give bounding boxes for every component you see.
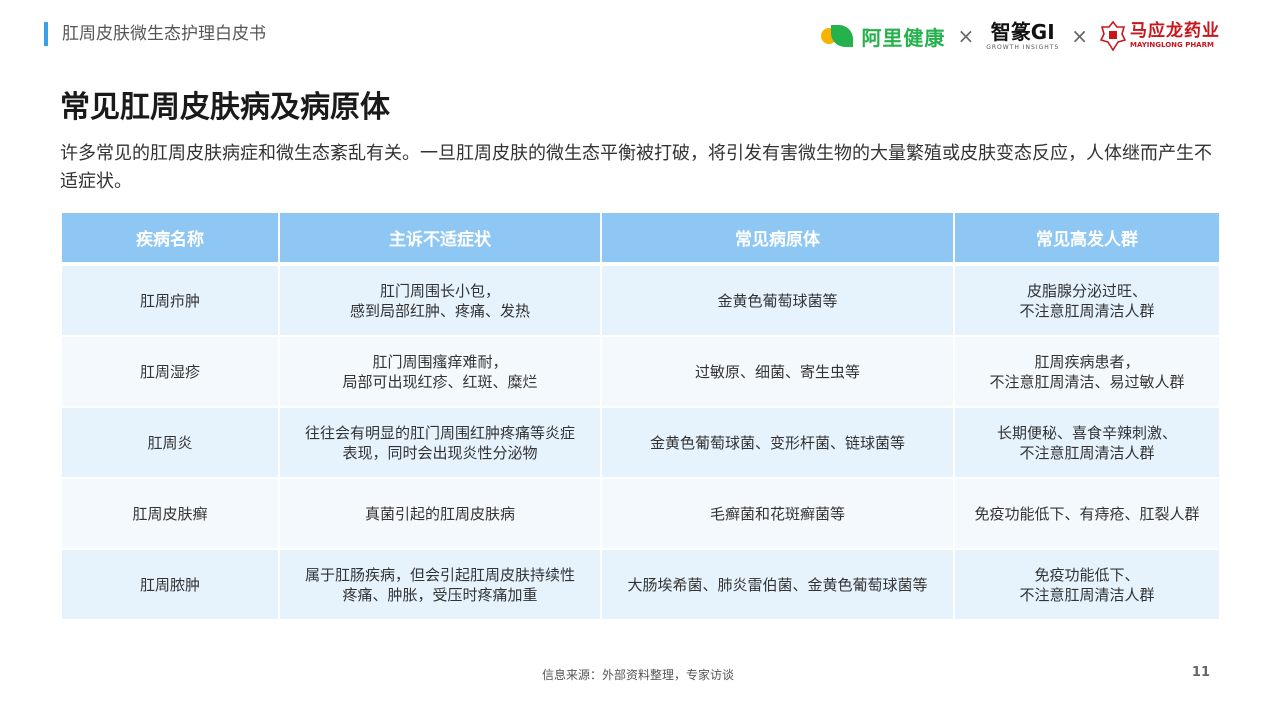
group-cell: 免疫功能低下、 不注意肛周清洁人群: [955, 548, 1219, 619]
column-header-disease: 疾病名称: [62, 213, 280, 262]
alihealth-logo-text: 阿里健康: [861, 25, 946, 50]
pathogen-cell: 金黄色葡萄球菌等: [602, 262, 955, 335]
table-row: 肛周湿疹 肛门周围瘙痒难耐， 局部可出现红疹、红斑、糜烂 过敏原、细菌、寄生虫等 …: [62, 335, 1219, 406]
mayinglong-seal-icon: [1100, 21, 1126, 51]
page-title: 常见肛周皮肤病及病原体: [60, 90, 390, 125]
disease-name-cell: 肛周皮肤癣: [62, 477, 280, 548]
table-header-row: 疾病名称 主诉不适症状 常见病原体 常见高发人群: [62, 213, 1219, 262]
source-note: 信息来源：外部资料整理，专家访谈: [541, 668, 734, 682]
gi-logo: 智篆GI GROWTH INSIGHTS: [986, 22, 1059, 51]
group-cell: 长期便秘、喜食辛辣刺激、 不注意肛周清洁人群: [955, 406, 1219, 477]
disease-name-cell: 肛周湿疹: [62, 335, 280, 406]
pathogen-cell: 金黄色葡萄球菌、变形杆菌、链球菌等: [602, 406, 955, 477]
pathogen-cell: 大肠埃希菌、肺炎雷伯菌、金黄色葡萄球菌等: [602, 548, 955, 619]
pathogen-cell: 毛癣菌和花斑癣菌等: [602, 477, 955, 548]
disease-table: 疾病名称 主诉不适症状 常见病原体 常见高发人群 肛周疖肿 肛门周围长小包， 感到…: [62, 213, 1219, 619]
gi-logo-text: 智篆GI: [990, 19, 1055, 44]
mayinglong-logo-text: 马应龙药业: [1130, 21, 1220, 41]
intro-paragraph: 许多常见的肛周皮肤病症和微生态紊乱有关。一旦肛周皮肤的微生态平衡被打破，将引发有…: [60, 143, 1212, 192]
report-title: 肛周皮肤微生态护理白皮书: [62, 24, 266, 44]
disease-name-cell: 肛周脓肿: [62, 548, 280, 619]
pathogen-cell: 过敏原、细菌、寄生虫等: [602, 335, 955, 406]
symptom-cell: 肛门周围瘙痒难耐， 局部可出现红疹、红斑、糜烂: [280, 335, 602, 406]
partner-logos: 阿里健康 × 智篆GI GROWTH INSIGHTS × 马应龙药业 MAYI…: [821, 16, 1220, 56]
symptom-cell: 往往会有明显的肛门周围红肿疼痛等炎症 表现，同时会出现炎性分泌物: [280, 406, 602, 477]
alihealth-mark-icon: [821, 25, 855, 47]
separator-x-2: ×: [1071, 24, 1088, 48]
table-row: 肛周皮肤癣 真菌引起的肛周皮肤病 毛癣菌和花斑癣菌等 免疫功能低下、有痔疮、肛裂…: [62, 477, 1219, 548]
group-cell: 肛周疾病患者， 不注意肛周清洁、易过敏人群: [955, 335, 1219, 406]
group-cell: 皮脂腺分泌过旺、 不注意肛周清洁人群: [955, 262, 1219, 335]
symptom-cell: 真菌引起的肛周皮肤病: [280, 477, 602, 548]
page-number: 11: [1191, 665, 1210, 680]
header-accent-bar: [44, 22, 48, 46]
symptom-cell: 肛门周围长小包， 感到局部红肿、疼痛、发热: [280, 262, 602, 335]
group-cell: 免疫功能低下、有痔疮、肛裂人群: [955, 477, 1219, 548]
table-row: 肛周炎 往往会有明显的肛门周围红肿疼痛等炎症 表现，同时会出现炎性分泌物 金黄色葡…: [62, 406, 1219, 477]
column-header-symptom: 主诉不适症状: [280, 213, 602, 262]
symptom-cell: 属于肛肠疾病，但会引起肛周皮肤持续性 疼痛、肿胀，受压时疼痛加重: [280, 548, 602, 619]
column-header-group: 常见高发人群: [955, 213, 1219, 262]
disease-name-cell: 肛周炎: [62, 406, 280, 477]
mayinglong-logo-subtext: MAYINGLONG PHARM: [1130, 41, 1214, 49]
table-row: 肛周脓肿 属于肛肠疾病，但会引起肛周皮肤持续性 疼痛、肿胀，受压时疼痛加重 大肠埃…: [62, 548, 1219, 619]
column-header-pathogen: 常见病原体: [602, 213, 955, 262]
gi-logo-subtext: GROWTH INSIGHTS: [986, 43, 1060, 51]
table-row: 肛周疖肿 肛门周围长小包， 感到局部红肿、疼痛、发热 金黄色葡萄球菌等 皮脂腺分泌…: [62, 262, 1219, 335]
separator-x-1: ×: [957, 24, 975, 48]
alihealth-logo: 阿里健康: [821, 22, 945, 51]
mayinglong-logo: 马应龙药业 MAYINGLONG PHARM: [1100, 21, 1220, 51]
disease-name-cell: 肛周疖肿: [62, 262, 280, 335]
